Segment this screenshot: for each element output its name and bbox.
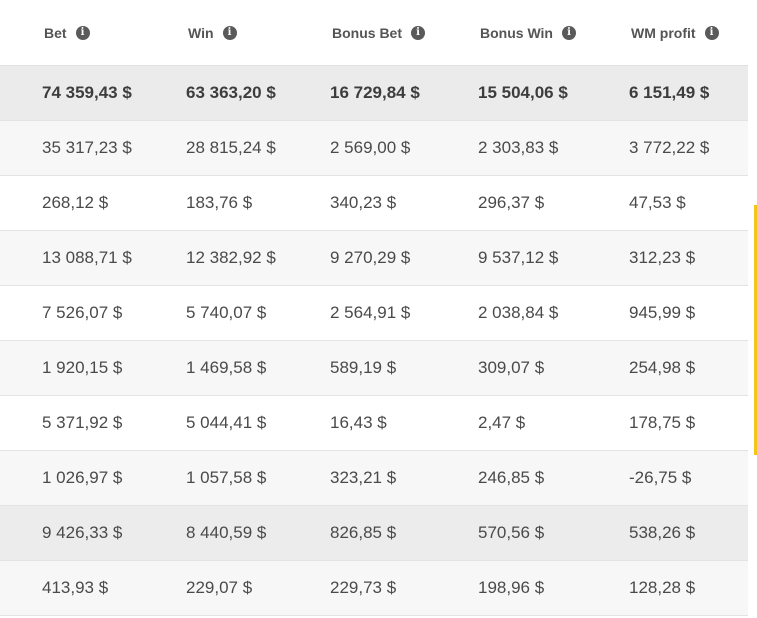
header-label: WM profit	[631, 24, 696, 41]
cell-bonus-win: 2 303,83 $	[478, 138, 559, 157]
table-row[interactable]: 35 317,23 $ 28 815,24 $ 2 569,00 $ 2 303…	[0, 121, 748, 176]
cell-wm-profit: 128,28 $	[629, 578, 696, 597]
cell-bet: 1 026,97 $	[42, 468, 123, 487]
cell-bonus-win: 296,37 $	[478, 193, 545, 212]
cell-wm-profit: 47,53 $	[629, 193, 686, 212]
cell-bet: 35 317,23 $	[42, 138, 132, 157]
info-icon[interactable]: i	[222, 25, 237, 40]
cell-bonus-win: 2 038,84 $	[478, 303, 559, 322]
cell-bonus-win: 246,85 $	[478, 468, 545, 487]
header-label: Win	[188, 24, 214, 41]
cell-bonus-win: 2,47 $	[478, 413, 526, 432]
info-icon[interactable]: i	[561, 25, 576, 40]
info-icon[interactable]: i	[411, 25, 425, 40]
table-row[interactable]: 5 371,92 $ 5 044,41 $ 16,43 $ 2,47 $ 178…	[0, 396, 748, 451]
table-row[interactable]: 1 026,97 $ 1 057,58 $ 323,21 $ 246,85 $ …	[0, 451, 748, 506]
cell-win: 28 815,24 $	[186, 138, 276, 157]
cell-bet: 268,12 $	[42, 193, 109, 212]
header-bonus-win: Bonus Win i	[436, 25, 587, 41]
table-row[interactable]: 13 088,71 $ 12 382,92 $ 9 270,29 $ 9 537…	[0, 231, 748, 286]
table-row[interactable]: 9 426,33 $ 8 440,59 $ 826,85 $ 570,56 $ …	[0, 506, 748, 561]
cell-bonus-win: 198,96 $	[478, 578, 545, 597]
stats-table: Bet i Win i Bonus Bet i Bonus Win i WM p…	[0, 0, 748, 616]
total-wm-profit: 6 151,49 $	[629, 83, 710, 102]
cell-bet: 13 088,71 $	[42, 248, 132, 267]
cell-win: 8 440,59 $	[186, 523, 267, 542]
header-label: Bet	[44, 24, 67, 41]
cell-bonus-bet: 826,85 $	[330, 523, 397, 542]
cell-wm-profit: 178,75 $	[629, 413, 696, 432]
table-row[interactable]: 413,93 $ 229,07 $ 229,73 $ 198,96 $ 128,…	[0, 561, 748, 616]
table-row[interactable]: 268,12 $ 183,76 $ 340,23 $ 296,37 $ 47,5…	[0, 176, 748, 231]
info-icon[interactable]: i	[75, 25, 90, 40]
cell-wm-profit: 3 772,22 $	[629, 138, 710, 157]
cell-win: 1 057,58 $	[186, 468, 267, 487]
header-wm-profit: WM profit i	[587, 25, 748, 41]
header-label: Bonus Bet	[332, 24, 402, 41]
table-row[interactable]: 1 920,15 $ 1 469,58 $ 589,19 $ 309,07 $ …	[0, 341, 748, 396]
cell-win: 5 044,41 $	[186, 413, 267, 432]
cell-bet: 413,93 $	[42, 578, 109, 597]
cell-win: 12 382,92 $	[186, 248, 276, 267]
info-icon[interactable]: i	[704, 25, 719, 40]
cell-bet: 1 920,15 $	[42, 358, 123, 377]
cell-win: 183,76 $	[186, 193, 253, 212]
cell-bonus-win: 9 537,12 $	[478, 248, 559, 267]
total-bonus-bet: 16 729,84 $	[330, 83, 420, 102]
total-bet: 74 359,43 $	[42, 83, 132, 102]
header-bet: Bet i	[0, 25, 144, 41]
cell-wm-profit: 945,99 $	[629, 303, 696, 322]
table-header: Bet i Win i Bonus Bet i Bonus Win i WM p…	[0, 0, 748, 66]
cell-bonus-bet: 323,21 $	[330, 468, 397, 487]
cell-bonus-bet: 16,43 $	[330, 413, 387, 432]
header-label: Bonus Win	[480, 24, 553, 41]
cell-win: 1 469,58 $	[186, 358, 267, 377]
header-win: Win i	[144, 25, 288, 41]
table-row[interactable]: 7 526,07 $ 5 740,07 $ 2 564,91 $ 2 038,8…	[0, 286, 748, 341]
cell-wm-profit: -26,75 $	[629, 468, 692, 487]
cell-wm-profit: 538,26 $	[629, 523, 696, 542]
cell-bet: 7 526,07 $	[42, 303, 123, 322]
cell-wm-profit: 254,98 $	[629, 358, 696, 377]
cell-win: 5 740,07 $	[186, 303, 267, 322]
cell-bonus-bet: 229,73 $	[330, 578, 397, 597]
totals-row: 74 359,43 $ 63 363,20 $ 16 729,84 $ 15 5…	[0, 66, 748, 121]
cell-bonus-bet: 2 569,00 $	[330, 138, 411, 157]
cell-bonus-win: 309,07 $	[478, 358, 545, 377]
cell-wm-profit: 312,23 $	[629, 248, 696, 267]
header-bonus-bet: Bonus Bet i	[288, 25, 436, 41]
cell-bonus-bet: 589,19 $	[330, 358, 397, 377]
cell-bet: 5 371,92 $	[42, 413, 123, 432]
cell-bonus-bet: 2 564,91 $	[330, 303, 411, 322]
cell-bet: 9 426,33 $	[42, 523, 123, 542]
cell-bonus-bet: 9 270,29 $	[330, 248, 411, 267]
total-bonus-win: 15 504,06 $	[478, 83, 568, 102]
page: Bet i Win i Bonus Bet i Bonus Win i WM p…	[0, 0, 757, 618]
cell-bonus-win: 570,56 $	[478, 523, 545, 542]
cell-bonus-bet: 340,23 $	[330, 193, 397, 212]
cell-win: 229,07 $	[186, 578, 253, 597]
total-win: 63 363,20 $	[186, 83, 276, 102]
